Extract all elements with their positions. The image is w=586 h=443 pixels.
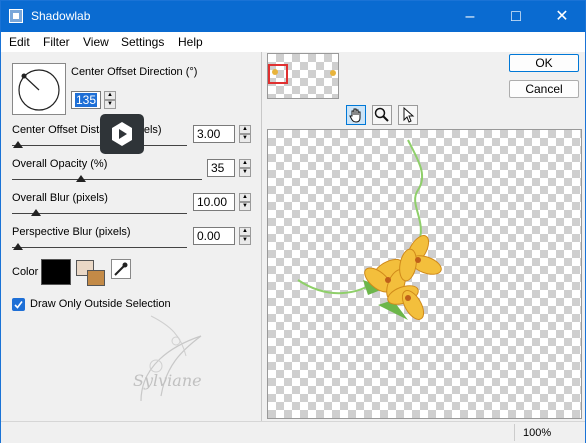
watermark-flourish: [140, 315, 202, 402]
zoom-icon: [374, 107, 389, 122]
offset-slider-thumb[interactable]: [13, 141, 23, 148]
perspective-slider-thumb[interactable]: [13, 243, 23, 250]
pointer-tool-button[interactable]: [398, 105, 418, 125]
app-icon: [9, 9, 23, 23]
hand-icon: [349, 108, 361, 123]
direction-dial[interactable]: [12, 63, 66, 115]
direction-spinner[interactable]: ▲ ▼: [104, 91, 116, 109]
thumb-flower-2: [330, 70, 336, 76]
shadowlab-window: Shadowlab – □ ✕ Edit Filter View Setting…: [0, 0, 586, 443]
perspective-spinner[interactable]: ▲ ▼: [239, 227, 251, 245]
pan-tool-button[interactable]: [346, 105, 366, 125]
eyedropper-button[interactable]: [111, 259, 131, 279]
color-swatch[interactable]: [41, 259, 71, 285]
checkmark-icon: [14, 301, 23, 309]
navigator-thumbnail[interactable]: [267, 53, 339, 99]
watermark-text: Sylviane: [133, 371, 202, 390]
outside-selection-checkbox[interactable]: [12, 298, 25, 311]
preview-canvas[interactable]: [267, 129, 582, 419]
menu-view[interactable]: View: [83, 35, 109, 49]
thumb-flower: [272, 69, 278, 75]
close-button[interactable]: ✕: [539, 1, 585, 32]
status-divider: [514, 424, 515, 441]
opacity-spinner[interactable]: ▲ ▼: [239, 159, 251, 177]
secondary-color-bottom[interactable]: [87, 270, 105, 286]
navigator-viewport-box[interactable]: [268, 64, 288, 84]
blur-spinner[interactable]: ▲ ▼: [239, 193, 251, 211]
eyedropper-icon: [114, 262, 128, 276]
ok-button[interactable]: OK: [509, 54, 579, 72]
menu-filter[interactable]: Filter: [43, 35, 70, 49]
perspective-slider-track: [12, 247, 187, 248]
window-title: Shadowlab: [31, 9, 91, 23]
menu-help[interactable]: Help: [178, 35, 203, 49]
color-label: Color: [12, 266, 39, 278]
direction-label: Center Offset Direction (°): [71, 66, 198, 78]
minimize-button[interactable]: –: [447, 1, 493, 32]
direction-value: 135: [75, 93, 98, 107]
menu-settings[interactable]: Settings: [121, 35, 164, 49]
overlay-app-badge[interactable]: [100, 114, 144, 154]
blur-slider-thumb[interactable]: [31, 209, 41, 216]
blur-input[interactable]: 10.00: [193, 193, 235, 211]
menu-bar: Edit Filter View Settings Help: [1, 32, 585, 52]
direction-input[interactable]: 135: [71, 91, 101, 109]
offset-input[interactable]: 3.00: [193, 125, 235, 143]
panel-divider: [261, 52, 262, 421]
menu-edit[interactable]: Edit: [9, 35, 30, 49]
badge-icon: [112, 122, 132, 146]
status-bar: 100%: [1, 421, 585, 443]
blur-label: Overall Blur (pixels): [12, 192, 108, 204]
opacity-slider-thumb[interactable]: [76, 175, 86, 182]
perspective-input[interactable]: 0.00: [193, 227, 235, 245]
pointer-icon: [403, 106, 415, 123]
perspective-label: Perspective Blur (pixels): [12, 226, 131, 238]
opacity-input[interactable]: 35: [207, 159, 235, 177]
opacity-slider-track: [12, 179, 202, 180]
title-bar: Shadowlab – □ ✕: [1, 1, 585, 32]
dial-graphic: [18, 69, 60, 111]
opacity-label: Overall Opacity (%): [12, 158, 108, 170]
zoom-level: 100%: [523, 427, 552, 439]
maximize-button[interactable]: □: [493, 1, 539, 32]
preview-flower-image: [297, 139, 442, 320]
cancel-button[interactable]: Cancel: [509, 80, 579, 98]
offset-spinner[interactable]: ▲ ▼: [239, 125, 251, 143]
zoom-tool-button[interactable]: [372, 105, 392, 125]
